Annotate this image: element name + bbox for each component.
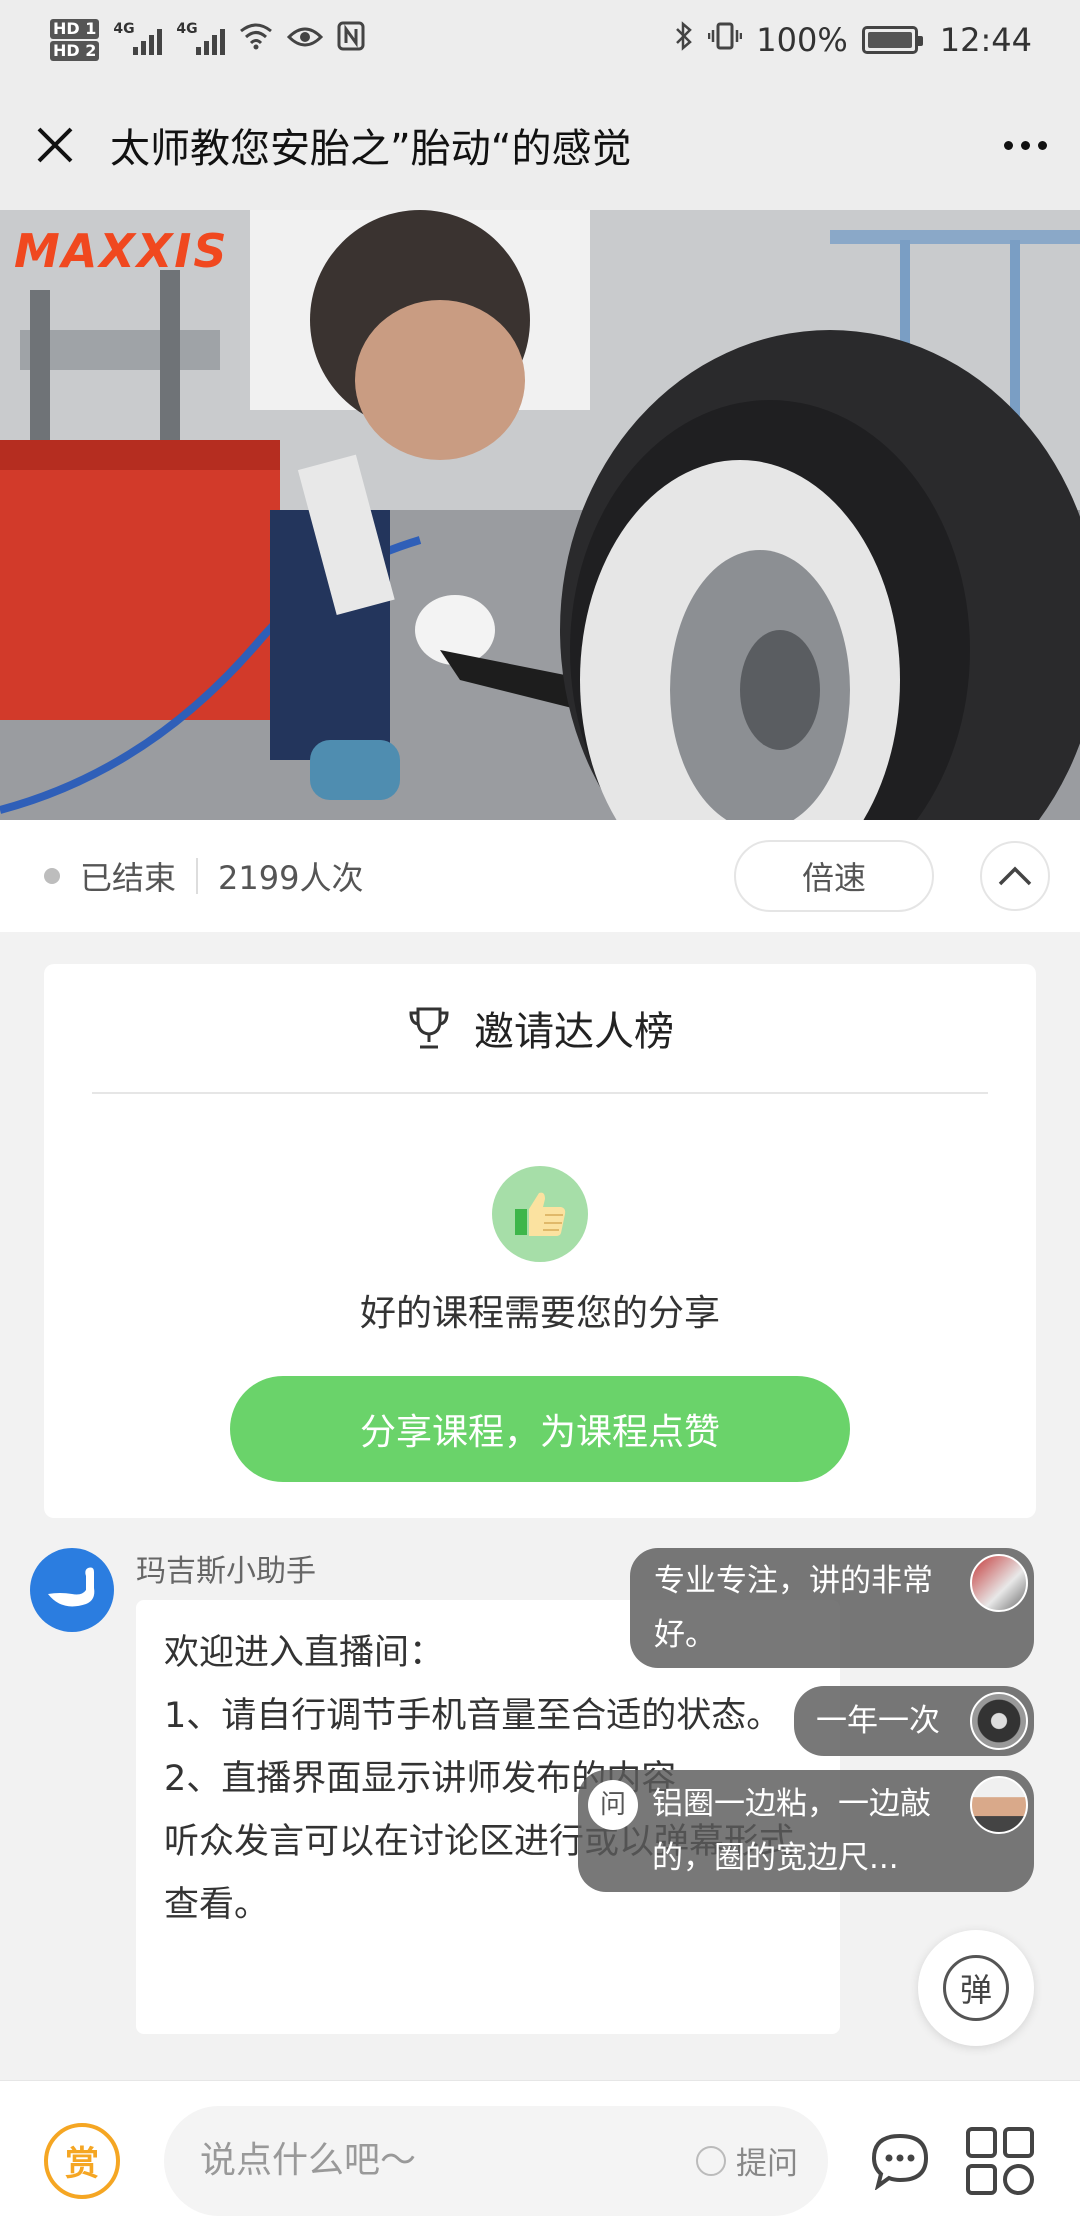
discussion-button[interactable] [868, 2129, 932, 2193]
status-left: HD 1 HD 2 4G 4G [50, 19, 365, 61]
more-button[interactable] [970, 80, 1080, 210]
danmaku-avatar [970, 1692, 1028, 1750]
danmaku-question[interactable]: 问 铝圈一边粘，一边敲的，圈的宽边尺... [578, 1770, 1034, 1892]
close-icon [37, 127, 73, 163]
collapse-button[interactable] [980, 841, 1050, 911]
signal-icon-2: 4G [176, 21, 226, 55]
vibrate-icon [708, 21, 743, 59]
battery-icon [861, 26, 923, 54]
status-bar: HD 1 HD 2 4G 4G 100% 12:44 [0, 0, 1080, 80]
sim1-label: HD 1 [50, 19, 100, 39]
danmaku-avatar [970, 1776, 1028, 1834]
danmaku-text: 铝圈一边粘，一边敲的，圈的宽边尺... [652, 1786, 931, 1876]
ask-question-toggle[interactable]: 提问 [696, 2138, 798, 2183]
wifi-icon [239, 22, 273, 58]
reward-button[interactable]: 赏 [44, 2122, 120, 2199]
battery-percent: 100% [756, 21, 848, 59]
video-player[interactable]: MAXXIS [0, 210, 1080, 820]
danmaku-toggle-label: 弹 [943, 1955, 1009, 2021]
video-frame [0, 210, 1080, 820]
sim2-label: HD 2 [50, 41, 100, 61]
danmaku-text: 一年一次 [816, 1703, 940, 1739]
leaderboard-title: 邀请达人榜 [474, 1009, 674, 1055]
danmaku-text: 专业专注，讲的非常好。 [654, 1563, 933, 1653]
danmaku-item[interactable]: 一年一次 [794, 1686, 1034, 1756]
chat-bubble-icon [871, 2133, 929, 2190]
title-bar: 太师教您安胎之”胎动“的感觉 [0, 80, 1080, 210]
sender-name: 玛吉斯小助手 [136, 1554, 316, 1589]
signal-icon-1: 4G [113, 21, 163, 55]
view-count: 2199人次 [218, 859, 364, 897]
network-type-1: 4G [113, 21, 135, 37]
grid-icon [966, 2126, 997, 2158]
question-tag: 问 [588, 1780, 638, 1830]
close-button[interactable] [0, 80, 110, 210]
assistant-avatar[interactable] [30, 1548, 114, 1632]
thumbs-up-badge [492, 1166, 588, 1262]
thumbs-up-icon [515, 1192, 566, 1236]
info-divider [196, 858, 199, 894]
network-type-2: 4G [176, 21, 198, 37]
playback-speed-button[interactable]: 倍速 [734, 840, 934, 912]
nfc-icon [337, 21, 365, 59]
comment-input-box[interactable]: 提问 [164, 2105, 828, 2216]
more-icon [1003, 140, 1013, 150]
status-dot [44, 868, 60, 884]
live-status: 已结束 [80, 859, 177, 897]
status-right: 100% 12:44 [674, 21, 1032, 59]
chevron-up-icon [998, 866, 1032, 886]
trophy-icon [409, 1007, 449, 1049]
page-title: 太师教您安胎之”胎动“的感觉 [110, 126, 632, 172]
swan-icon [48, 1567, 95, 1607]
comment-input[interactable] [200, 2140, 696, 2181]
danmaku-toggle-button[interactable]: 弹 [918, 1930, 1034, 2046]
brand-logo: MAXXIS [14, 224, 229, 278]
clock: 12:44 [939, 21, 1032, 59]
live-info-bar: 已结束 2199人次 倍速 [0, 820, 1080, 932]
card-header: 邀请达人榜 [44, 964, 1036, 1092]
radio-circle-icon [696, 2145, 726, 2176]
danmaku-avatar [970, 1554, 1028, 1612]
eye-comfort-icon [287, 23, 324, 58]
invite-leaderboard-card: 邀请达人榜 好的课程需要您的分享 分享课程，为课程点赞 [44, 964, 1036, 1518]
sim-indicators: HD 1 HD 2 [50, 19, 100, 61]
bottom-bar: 赏 提问 [0, 2080, 1080, 2240]
share-prompt: 好的课程需要您的分享 [359, 1293, 720, 1334]
bluetooth-icon [674, 21, 694, 59]
share-course-button[interactable]: 分享课程，为课程点赞 [230, 1376, 850, 1482]
danmaku-item[interactable]: 专业专注，讲的非常好。 [630, 1548, 1034, 1668]
ask-question-label: 提问 [736, 2146, 798, 2182]
more-apps-button[interactable] [966, 2126, 1034, 2195]
card-divider [92, 1092, 988, 1094]
